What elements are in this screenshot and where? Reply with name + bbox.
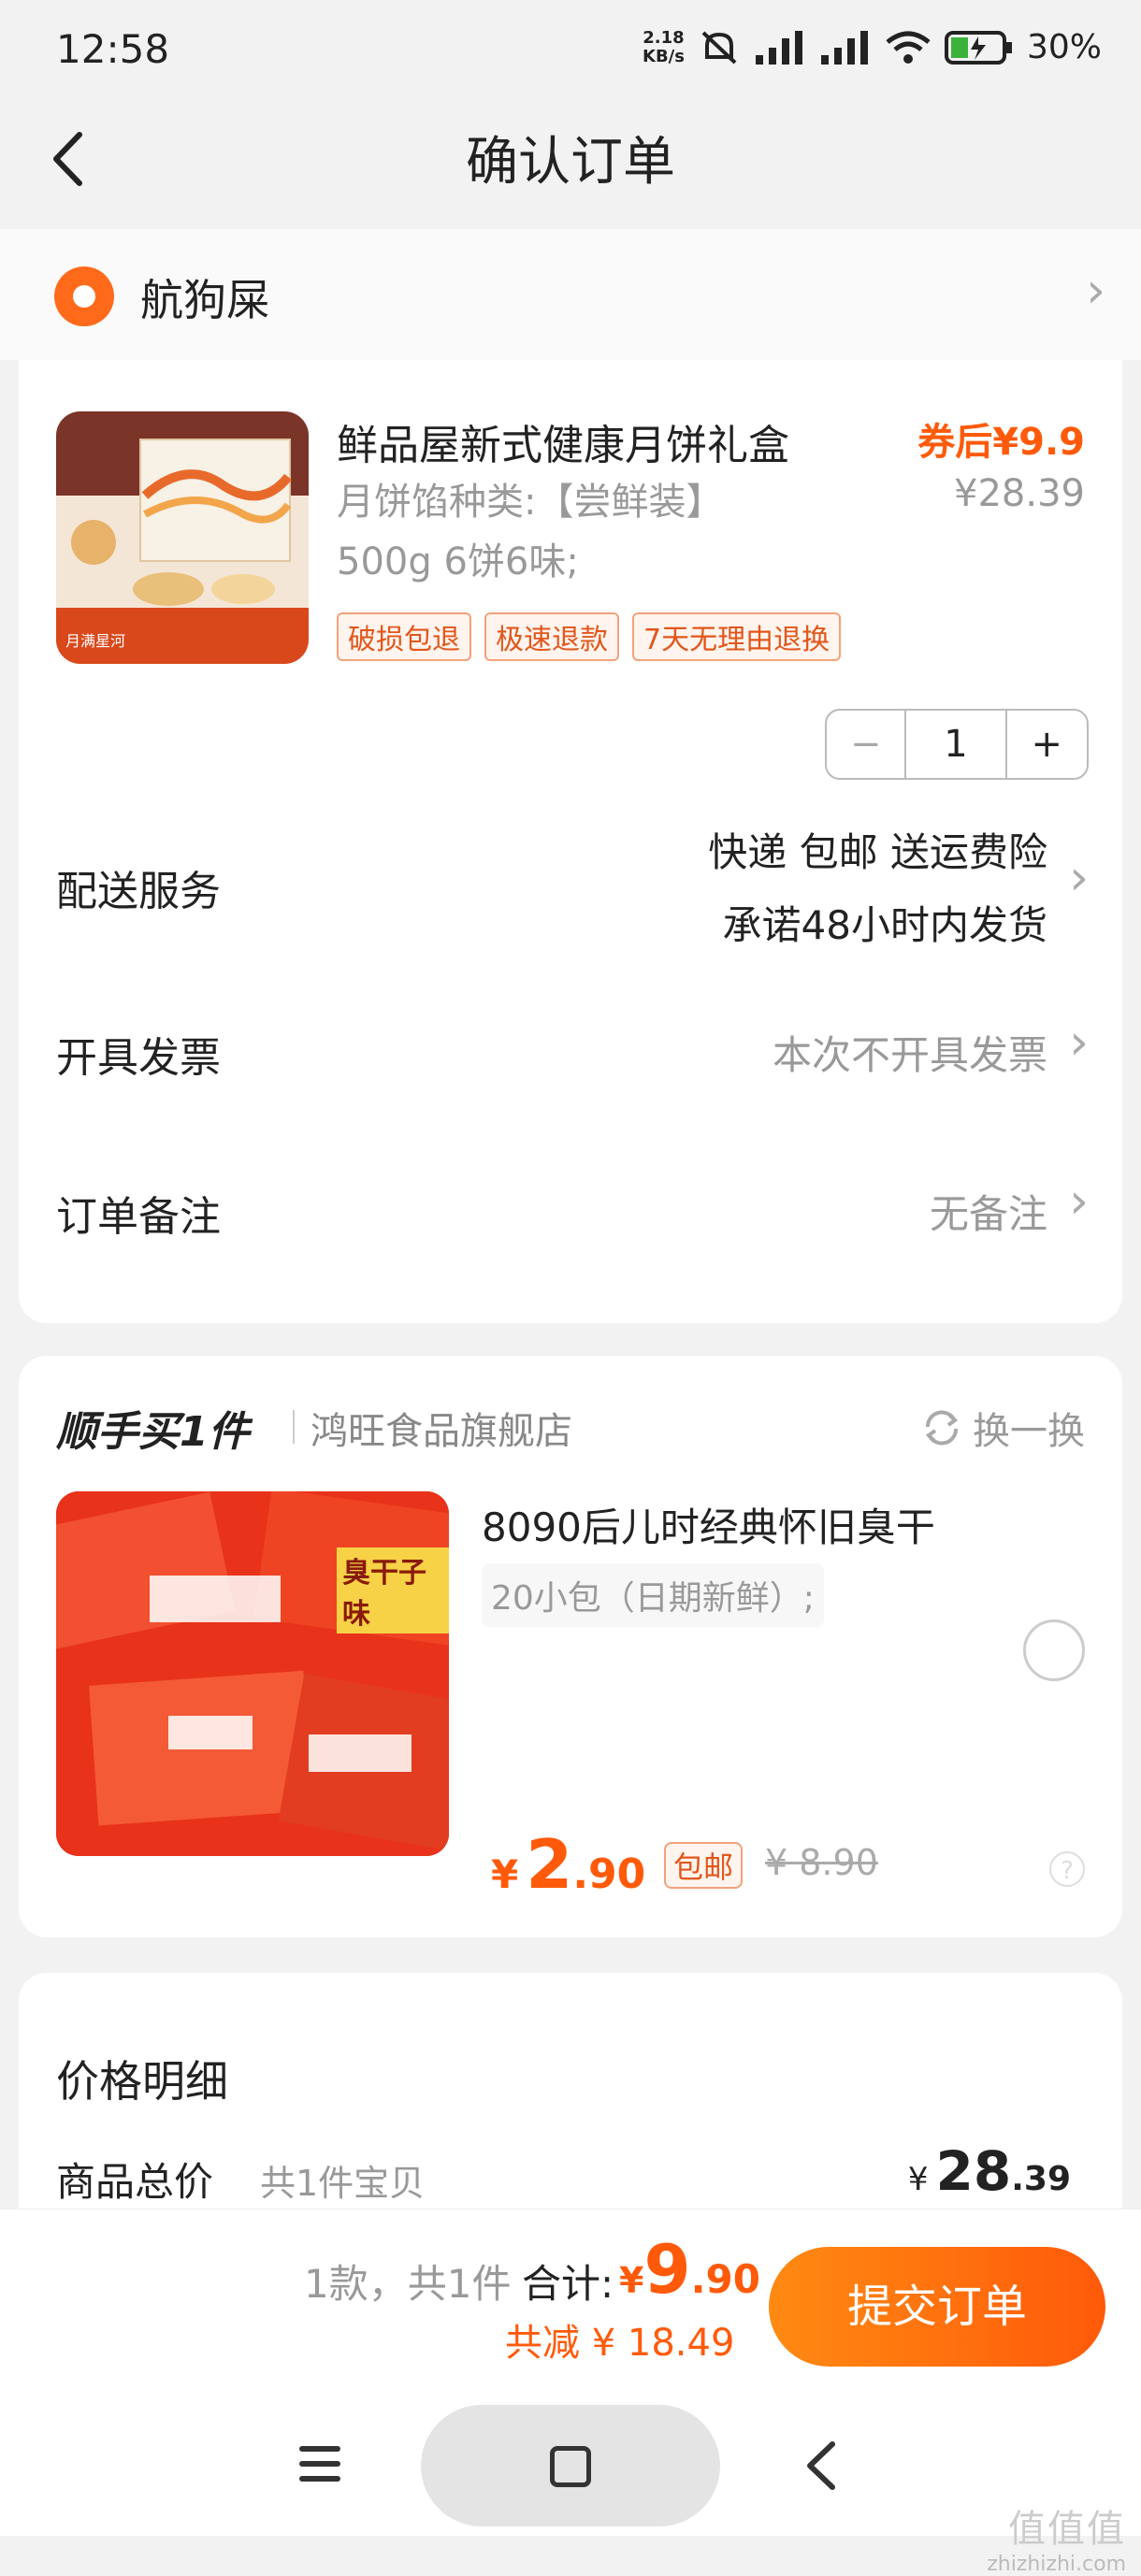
signal-icon-2 <box>820 30 868 65</box>
remark-value: 无备注 <box>929 1191 1047 1237</box>
goods-total-label: 商品总价 <box>56 2159 214 2205</box>
delivery-value: 快递 包邮 送运费险 承诺48小时内发货 <box>708 816 1047 962</box>
price-detail-title: 价格明细 <box>56 2056 228 2107</box>
watermark-url: zhizhizhi.com <box>987 2553 1126 2576</box>
total-dec: .90 <box>690 2256 760 2302</box>
addon-product-title: 8090后儿时经典怀旧臭干 <box>482 1504 935 1550</box>
addon-price-int: 2 <box>526 1825 573 1904</box>
invoice-value: 本次不开具发票 <box>772 1032 1047 1078</box>
invoice-label: 开具发票 <box>56 1034 221 1082</box>
chevron-right-icon: › <box>1069 850 1089 906</box>
goods-total-price: ¥ 28 .39 <box>908 2139 1071 2203</box>
addon-product-image[interactable]: 臭干子味 <box>56 1491 449 1856</box>
quantity-value[interactable]: 1 <box>906 711 1004 778</box>
mute-icon <box>701 31 737 64</box>
divider <box>293 1410 295 1444</box>
address-name: 航狗屎 <box>140 275 269 325</box>
total-price: ¥ 9 .90 <box>619 2230 760 2309</box>
battery-percent: 30% <box>1026 28 1102 66</box>
addon-store-name[interactable]: 鸿旺食品旗舰店 <box>311 1401 572 1455</box>
original-price: ¥28.39 <box>954 472 1085 515</box>
addon-price: ¥ 2 .90 <box>491 1825 645 1904</box>
chevron-right-icon: › <box>1086 263 1105 319</box>
addon-select-radio[interactable] <box>1023 1619 1085 1681</box>
delivery-value-line1: 快递 包邮 送运费险 <box>708 829 1047 875</box>
page-title: 确认订单 <box>466 132 675 193</box>
chevron-right-icon: › <box>1069 1015 1089 1071</box>
help-icon[interactable]: ? <box>1049 1851 1085 1887</box>
nav-back-icon[interactable] <box>795 2433 851 2498</box>
signal-icon <box>755 30 802 65</box>
remark-label: 订单备注 <box>56 1193 221 1241</box>
system-nav-bar: 值值值 zhizhizhi.com <box>0 2396 1141 2576</box>
delivery-row[interactable]: 配送服务 快递 包邮 送运费险 承诺48小时内发货 › <box>19 809 1122 958</box>
item-count: 1款，共1件 <box>304 2261 512 2307</box>
product-spec-line2: 500g 6饼6味; <box>337 540 579 583</box>
addon-product-spec[interactable]: 20小包（日期新鲜）; <box>482 1563 824 1627</box>
delivery-value-line2: 承诺48小时内发货 <box>722 902 1047 948</box>
remark-row[interactable]: 订单备注 无备注 › <box>19 1164 1122 1267</box>
wifi-icon <box>886 31 931 64</box>
goods-total-int: 28 <box>935 2139 1012 2203</box>
page-header: 确认订单 <box>0 103 1141 224</box>
addon-price-dec: .90 <box>572 1850 646 1898</box>
total-currency: ¥ <box>619 2260 644 2301</box>
addon-price-currency: ¥ <box>491 1851 519 1897</box>
snack-pack-illustration <box>56 1491 449 1856</box>
chevron-right-icon: › <box>1069 1173 1089 1230</box>
network-speed-unit: KB/s <box>643 46 685 66</box>
swap-button[interactable]: 换一换 <box>920 1401 1085 1455</box>
battery-icon <box>944 30 1012 65</box>
service-tag: 破损包退 <box>337 612 471 661</box>
address-row[interactable]: 航狗屎 › <box>0 229 1141 360</box>
watermark: 值值值 zhizhizhi.com <box>987 2498 1126 2576</box>
goods-count: 共1件宝贝 <box>260 2163 426 2204</box>
addon-original-price: ¥ 8.90 <box>765 1842 878 1883</box>
product-image-caption: 月满星河 <box>65 632 126 650</box>
delivery-label: 配送服务 <box>56 868 221 915</box>
location-pin-icon <box>54 266 114 326</box>
back-icon[interactable] <box>37 122 103 196</box>
network-speed: 2.18 KB/s <box>643 27 685 66</box>
submit-order-button[interactable]: 提交订单 <box>769 2247 1105 2367</box>
home-icon[interactable] <box>550 2446 591 2487</box>
invoice-row[interactable]: 开具发票 本次不开具发票 › <box>19 1005 1122 1108</box>
free-shipping-tag: 包邮 <box>664 1842 744 1889</box>
watermark-logo: 值值值 <box>1008 2508 1126 2551</box>
product-spec: 月饼馅种类:【尝鲜装】 500g 6饼6味; <box>337 472 823 592</box>
status-bar: 12:58 2.18 KB/s 30% <box>0 0 1141 103</box>
snack-image-label: 臭干子味 <box>337 1547 449 1633</box>
service-tag: 极速退款 <box>484 612 619 661</box>
price-after-coupon: 券后¥9.9 <box>917 421 1085 464</box>
service-tags: 破损包退 极速退款 7天无理由退换 <box>337 612 842 661</box>
network-speed-value: 2.18 <box>643 27 685 48</box>
product-title: 鲜品屋新式健康月饼礼盒 <box>337 422 789 469</box>
mooncake-box-illustration <box>56 411 309 664</box>
product-spec-line1: 月饼馅种类:【尝鲜装】 <box>337 481 724 524</box>
increase-quantity-button[interactable]: + <box>1004 711 1087 778</box>
status-time: 12:58 <box>56 26 170 72</box>
decrease-quantity-button[interactable]: − <box>827 711 907 778</box>
menu-icon[interactable] <box>299 2446 340 2491</box>
total-int: 9 <box>643 2230 691 2309</box>
service-tag: 7天无理由退换 <box>632 612 842 661</box>
refresh-icon <box>925 1410 959 1446</box>
product-image[interactable]: 月满星河 <box>56 411 309 664</box>
order-item-card: 月满星河 鲜品屋新式健康月饼礼盒 月饼馅种类:【尝鲜装】 500g 6饼6味; … <box>19 360 1122 1323</box>
swap-label: 换一换 <box>973 1410 1085 1453</box>
goods-total-currency: ¥ <box>907 2161 929 2198</box>
goods-total-dec: .39 <box>1011 2160 1071 2198</box>
addon-title: 顺手买1件 <box>56 1408 250 1456</box>
status-icons: 2.18 KB/s 30% <box>643 28 1102 66</box>
submit-bar: 1款，共1件 合计: ¥ 9 .90 共减 ¥ 18.49 提交订单 <box>0 2209 1141 2396</box>
total-saving: 共减 ¥ 18.49 <box>505 2322 735 2365</box>
quantity-stepper: − 1 + <box>825 709 1089 780</box>
addon-card: 顺手买1件 鸿旺食品旗舰店 换一换 臭干子味 8090后儿时经典怀旧臭干 20小… <box>19 1356 1122 1937</box>
total-label: 合计: <box>522 2261 614 2307</box>
